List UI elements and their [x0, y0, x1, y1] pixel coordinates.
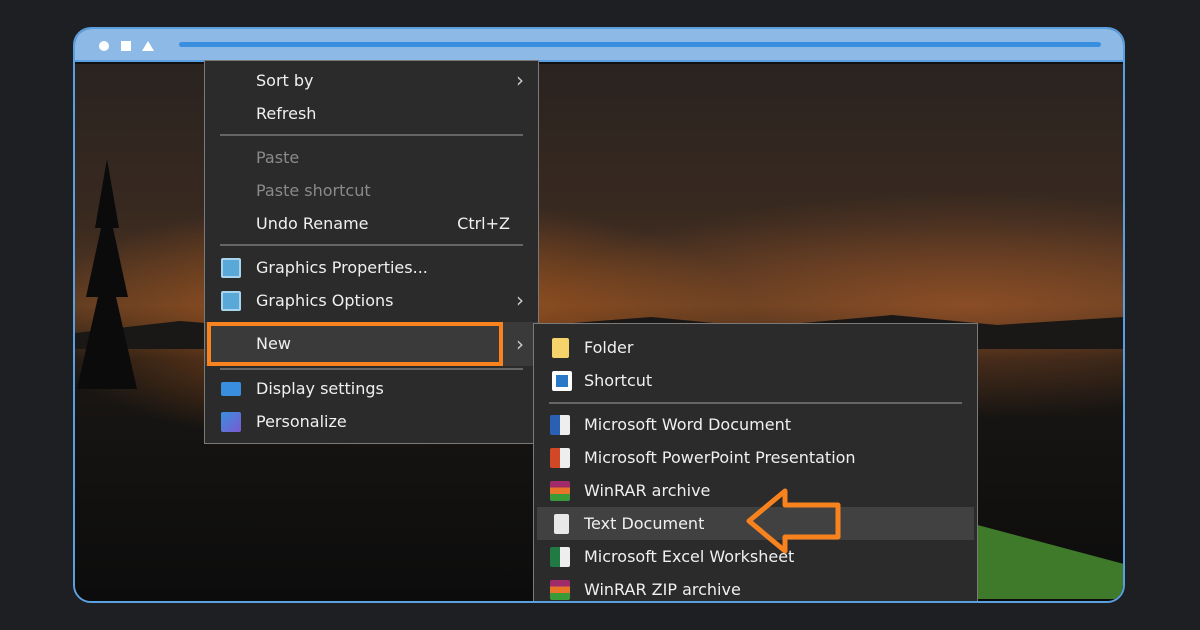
- address-bar[interactable]: [179, 42, 1101, 47]
- menu-item-graphics-options[interactable]: Graphics Options ›: [205, 284, 538, 317]
- triangle-control-icon[interactable]: [142, 41, 154, 51]
- chevron-right-icon: ›: [516, 332, 524, 356]
- label: Microsoft Word Document: [584, 415, 791, 434]
- graphics-icon: [221, 258, 241, 278]
- label: Paste: [256, 148, 300, 167]
- text-document-icon: [554, 514, 569, 534]
- label: Display settings: [256, 379, 384, 398]
- shortcut: Ctrl+Z: [457, 214, 510, 233]
- separator: [220, 244, 523, 246]
- word-icon: [550, 415, 570, 435]
- title-bar: [75, 29, 1123, 62]
- chevron-right-icon: ›: [516, 68, 524, 92]
- label: Shortcut: [584, 371, 653, 390]
- circle-control-icon[interactable]: [99, 41, 109, 51]
- label: Graphics Options: [256, 291, 394, 310]
- label: WinRAR archive: [584, 481, 711, 500]
- label: Folder: [584, 338, 634, 357]
- label: Graphics Properties...: [256, 258, 428, 277]
- tree-silhouette: [77, 159, 137, 389]
- submenu-item-word[interactable]: Microsoft Word Document: [534, 408, 977, 441]
- label: Paste shortcut: [256, 181, 371, 200]
- menu-item-undo-rename[interactable]: Undo Rename Ctrl+Z: [205, 207, 538, 240]
- menu-item-paste-shortcut: Paste shortcut: [205, 174, 538, 207]
- window-border: [533, 601, 978, 603]
- menu-item-sort-by[interactable]: Sort by ›: [205, 64, 538, 97]
- submenu-item-shortcut[interactable]: Shortcut: [534, 364, 977, 397]
- chevron-right-icon: ›: [516, 288, 524, 312]
- highlight-box: [207, 322, 503, 366]
- context-menu: Sort by › Refresh Paste Paste shortcut Un…: [204, 60, 539, 444]
- page-background: [0, 603, 1200, 630]
- new-submenu: Folder Shortcut Microsoft Word Document …: [533, 323, 978, 623]
- excel-icon: [550, 547, 570, 567]
- label: New: [256, 334, 291, 353]
- personalize-icon: [221, 412, 241, 432]
- winrar-icon: [550, 580, 570, 600]
- menu-item-paste: Paste: [205, 141, 538, 174]
- menu-item-display-settings[interactable]: Display settings: [205, 372, 538, 405]
- menu-item-refresh[interactable]: Refresh: [205, 97, 538, 130]
- arrow-left-icon: [746, 488, 841, 554]
- label: Text Document: [584, 514, 705, 533]
- graphics-icon: [221, 291, 241, 311]
- folder-icon: [552, 338, 569, 358]
- menu-item-graphics-properties[interactable]: Graphics Properties...: [205, 251, 538, 284]
- powerpoint-icon: [550, 448, 570, 468]
- label: Refresh: [256, 104, 317, 123]
- separator: [220, 134, 523, 136]
- separator: [220, 368, 523, 370]
- label: Undo Rename: [256, 214, 369, 233]
- submenu-item-folder[interactable]: Folder: [534, 331, 977, 364]
- submenu-item-powerpoint[interactable]: Microsoft PowerPoint Presentation: [534, 441, 977, 474]
- grass: [955, 519, 1123, 599]
- display-icon: [221, 382, 241, 396]
- label: Personalize: [256, 412, 347, 431]
- square-control-icon[interactable]: [121, 41, 131, 51]
- label: Sort by: [256, 71, 314, 90]
- label: Microsoft PowerPoint Presentation: [584, 448, 856, 467]
- winrar-icon: [550, 481, 570, 501]
- separator: [549, 402, 962, 404]
- menu-item-personalize[interactable]: Personalize: [205, 405, 538, 438]
- menu-item-new[interactable]: New ›: [205, 322, 538, 366]
- shortcut-icon: [552, 371, 572, 391]
